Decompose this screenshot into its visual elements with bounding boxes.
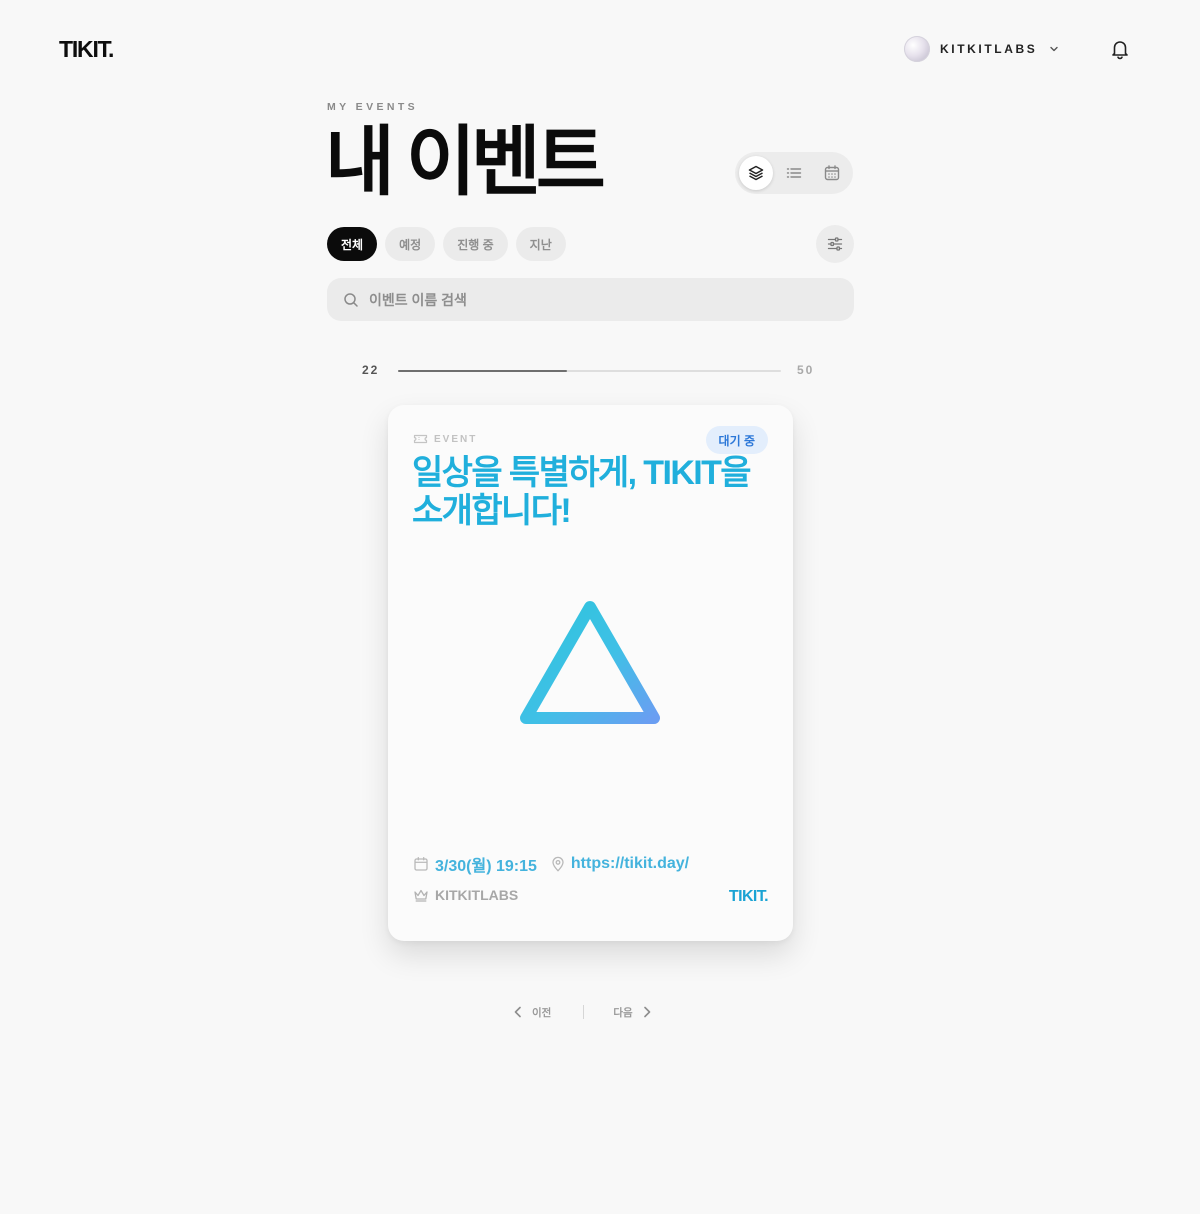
user-menu[interactable]: KITKITLABS [904,36,1059,62]
filter-settings-button[interactable] [816,225,854,263]
triangle-logo-icon [518,597,663,732]
crown-icon [413,888,429,902]
next-label: 다음 [613,1006,633,1019]
chevron-left-icon [512,1005,524,1019]
progress-track [398,370,781,372]
event-location-link[interactable]: https://tikit.day/ [571,855,689,873]
event-datetime: 3/30(월) 19:15 [413,852,537,876]
avatar [904,36,930,62]
page-eyebrow: MY EVENTS [327,101,419,113]
status-badge: 대기 중 [705,426,768,454]
card-type-label: EVENT [434,433,478,445]
event-location: https://tikit.day/ [551,855,689,873]
sliders-icon [826,235,844,253]
card-type: EVENT [413,433,477,445]
progress-fill [398,370,567,372]
view-mode-toggle [735,152,853,194]
event-progress: 22 50 [362,362,818,380]
page-title: 내 이벤트 [325,120,606,205]
tab-past[interactable]: 지난 [515,227,566,261]
pagination: 이전 다음 [512,1002,672,1022]
prev-label: 이전 [532,1006,552,1019]
prev-button[interactable]: 이전 [512,1005,551,1020]
chevron-down-icon [1049,44,1059,54]
view-cards-button[interactable] [739,156,773,190]
progress-current: 22 [362,363,380,377]
event-host-name: KITKITLABS [435,887,519,903]
calendar-icon [413,856,429,872]
search-input[interactable] [369,291,829,308]
calendar-icon [823,164,841,182]
filter-tabs: 전체 예정 진행 중 지난 [327,227,566,261]
card-brand-logo: TIKIT. [728,888,769,905]
next-button[interactable]: 다음 [613,1005,652,1020]
view-calendar-button[interactable] [815,156,849,190]
chevron-right-icon [641,1005,653,1019]
event-host: KITKITLABS [413,887,518,903]
search-bar [327,278,854,321]
bell-icon[interactable] [1108,37,1132,61]
tab-all[interactable]: 전체 [327,227,378,261]
map-pin-icon [551,856,565,872]
list-icon [785,164,803,182]
logo[interactable]: TIKIT. [59,36,114,63]
event-title: 일상을 특별하게, TIKIT을 소개합니다! [412,454,752,530]
pagination-divider [583,1005,585,1019]
layers-icon [747,164,765,182]
event-card[interactable]: EVENT 대기 중 일상을 특별하게, TIKIT을 소개합니다! 3/30(… [388,405,793,941]
user-name: KITKITLABS [940,42,1038,56]
ticket-icon [413,433,428,445]
progress-total: 50 [797,363,815,377]
view-list-button[interactable] [777,156,811,190]
event-meta: 3/30(월) 19:15 https://tikit.day/ [413,852,689,876]
tab-ongoing[interactable]: 진행 중 [443,227,508,261]
search-icon [343,292,359,308]
tab-upcoming[interactable]: 예정 [385,227,436,261]
event-datetime-text: 3/30(월) 19:15 [435,858,537,875]
